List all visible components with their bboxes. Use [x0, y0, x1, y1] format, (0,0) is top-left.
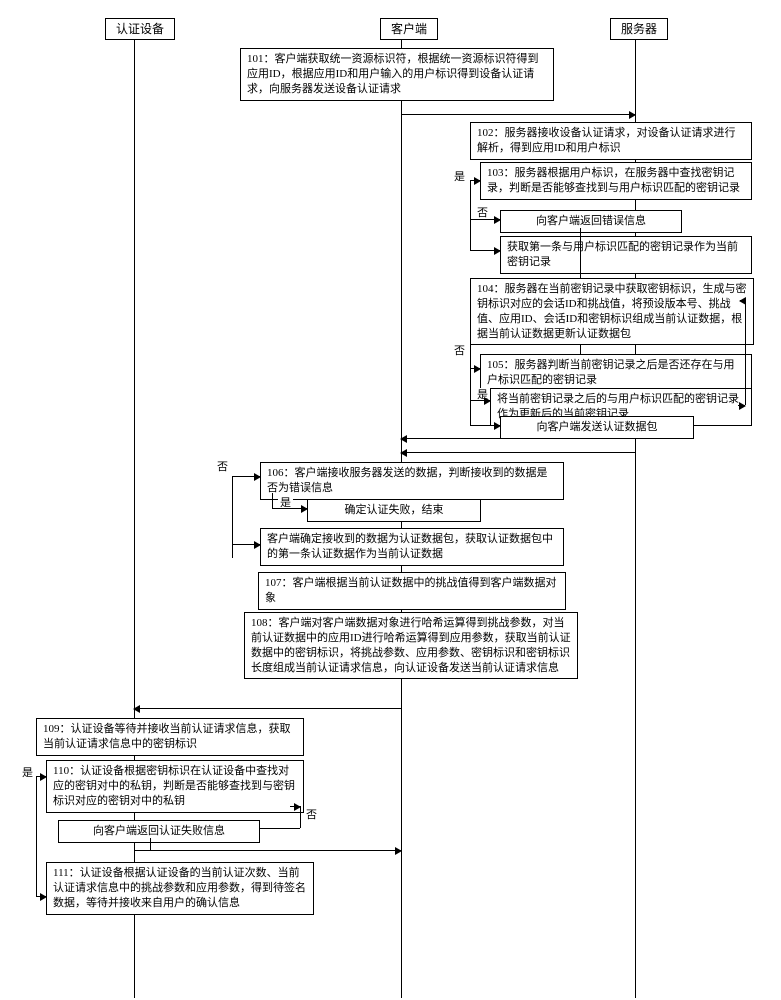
step-103: 103：服务器根据用户标识，在服务器中查找密钥记录，判断是否能够查找到与用户标识… — [480, 162, 752, 200]
seg-103-branch — [470, 180, 471, 250]
label-103-yes: 是 — [452, 170, 467, 185]
arrow-105-loop-top — [740, 300, 745, 301]
arrow-111-in — [36, 896, 46, 897]
arrow-106-no-out — [232, 544, 260, 545]
arrow-106-yes — [272, 508, 307, 509]
step-106-yes: 确定认证失败，结束 — [307, 499, 481, 522]
arrow-103-no — [470, 219, 500, 220]
step-103-no: 向客户端返回错误信息 — [500, 210, 682, 233]
label-110-yes: 是 — [20, 766, 35, 781]
step-106: 106：客户端接收服务器发送的数据，判断接收到的数据是否为错误信息 — [260, 462, 564, 500]
step-104: 104：服务器在当前密钥记录中获取密钥标识，生成与密钥标识对应的会话ID和挑战值… — [470, 278, 754, 345]
arrow-105-yes — [470, 400, 490, 401]
label-106-no: 否 — [215, 460, 230, 475]
step-110-no: 向客户端返回认证失败信息 — [58, 820, 260, 843]
arrow-106-in — [232, 476, 260, 477]
step-107: 107：客户端根据当前认证数据中的挑战值得到客户端数据对象 — [258, 572, 566, 610]
arrow-103-yes — [470, 250, 500, 251]
arrow-108-to-device — [134, 708, 401, 709]
arrow-authfail-to-client — [134, 850, 401, 851]
step-109: 109：认证设备等待并接收当前认证请求信息，获取当前认证请求信息中的密钥标识 — [36, 718, 304, 756]
lifeline-auth-device — [134, 40, 135, 998]
label-110-no: 否 — [304, 808, 319, 823]
seg-110-branch — [36, 776, 37, 896]
seg-106-yes — [272, 493, 273, 508]
arrow-110-no-start — [290, 806, 300, 807]
lane-auth-device: 认证设备 — [105, 18, 175, 40]
seg-106-branch — [232, 476, 233, 558]
step-103-yes: 获取第一条与用户标识匹配的密钥记录作为当前密钥记录 — [500, 236, 752, 274]
step-110: 110：认证设备根据密钥标识在认证设备中查找对应的密钥对中的私钥，判断是否能够查… — [46, 760, 304, 813]
step-105: 105：服务器判断当前密钥记录之后是否还存在与用户标识匹配的密钥记录 — [480, 354, 752, 392]
arrow-101-to-server — [401, 114, 635, 115]
step-111: 111：认证设备根据认证设备的当前认证次数、当前认证请求信息中的挑战参数和应用参… — [46, 862, 314, 915]
lane-server: 服务器 — [610, 18, 668, 40]
arrow-105-no — [470, 425, 500, 426]
seg-authfail-down — [150, 838, 151, 850]
arrow-authpkg-to-client — [401, 452, 635, 453]
seg-105-loop — [745, 300, 746, 405]
arrow-105-in — [470, 368, 480, 369]
step-102: 102：服务器接收设备认证请求，对设备认证请求进行解析，得到应用ID和用户标识 — [470, 122, 752, 160]
seg-105-branch — [470, 300, 471, 425]
step-105-no: 向客户端发送认证数据包 — [500, 416, 694, 439]
sequence-diagram: 认证设备 客户端 服务器 101：客户端获取统一资源标识符，根据统一资源标识符得… — [0, 0, 781, 1000]
arrow-110-in — [36, 776, 46, 777]
arrow-105-loop-bot — [738, 405, 745, 406]
arrow-103-in — [470, 180, 480, 181]
step-101: 101：客户端获取统一资源标识符，根据统一资源标识符得到应用ID，根据应用ID和… — [240, 48, 554, 101]
lane-client: 客户端 — [380, 18, 438, 40]
step-106-no: 客户端确定接收到的数据为认证数据包，获取认证数据包中的第一条认证数据作为当前认证… — [260, 528, 564, 566]
label-105-no-top: 否 — [452, 344, 467, 359]
step-108: 108：客户端对客户端数据对象进行哈希运算得到挑战参数，对当前认证数据中的应用I… — [244, 612, 578, 679]
